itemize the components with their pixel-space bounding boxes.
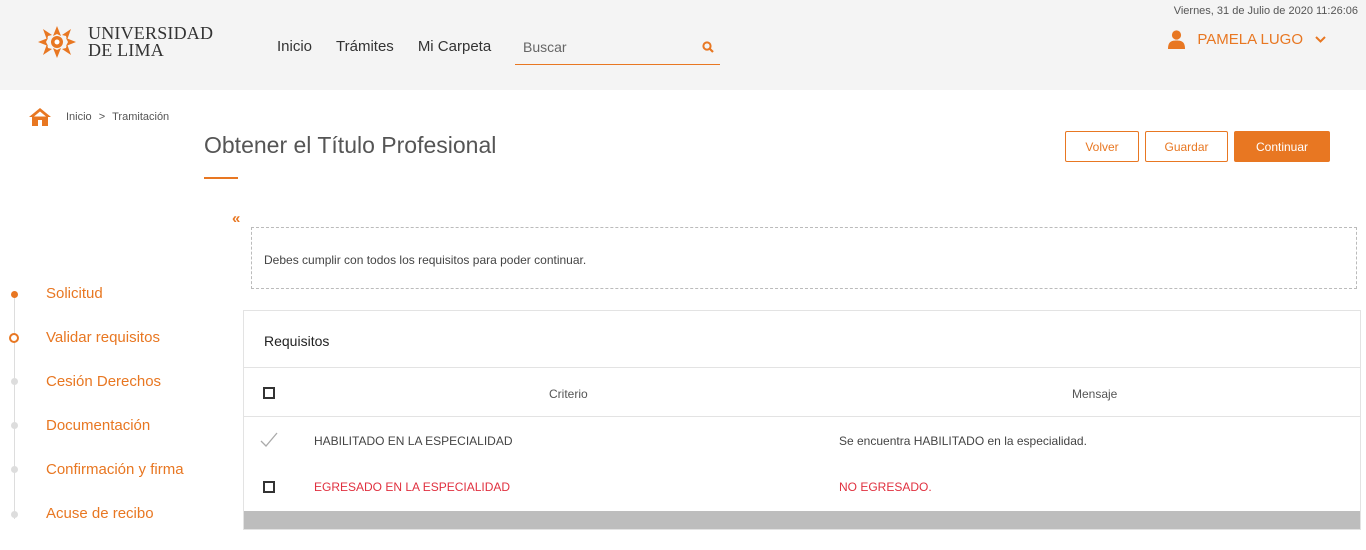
row-checkbox[interactable] xyxy=(263,481,275,493)
panel-title: Requisitos xyxy=(264,333,330,349)
check-icon xyxy=(260,432,278,447)
step-documentacion[interactable]: Documentación xyxy=(46,417,150,434)
top-header: UNIVERSIDAD DE LIMA Inicio Trámites Mi C… xyxy=(0,0,1366,90)
step-solicitud[interactable]: Solicitud xyxy=(46,285,103,302)
user-icon xyxy=(1168,30,1186,49)
main-nav: Inicio Trámites Mi Carpeta xyxy=(277,38,515,55)
mensaje-cell: NO EGRESADO. xyxy=(839,480,932,494)
logo-text: UNIVERSIDAD DE LIMA xyxy=(88,24,213,60)
logo-line-2: DE LIMA xyxy=(88,40,164,60)
table-row: HABILITADO EN LA ESPECIALIDAD Se encuent… xyxy=(244,418,1360,464)
chevron-down-icon xyxy=(1315,36,1326,43)
step-dot-pending xyxy=(11,511,18,518)
column-criterio: Criterio xyxy=(549,387,588,401)
requisitos-panel: Requisitos Criterio Mensaje HABILITADO E… xyxy=(243,310,1361,530)
home-icon[interactable] xyxy=(28,107,52,127)
step-dot-current xyxy=(9,333,19,343)
criterio-cell: HABILITADO EN LA ESPECIALIDAD xyxy=(314,434,513,448)
table-header: Criterio Mensaje xyxy=(244,367,1360,417)
guardar-button[interactable]: Guardar xyxy=(1145,131,1228,162)
breadcrumb-item-inicio[interactable]: Inicio xyxy=(66,111,92,123)
university-logo[interactable]: UNIVERSIDAD DE LIMA xyxy=(36,24,213,60)
steps-line xyxy=(14,294,15,519)
page-title: Obtener el Título Profesional xyxy=(204,132,497,158)
title-underline xyxy=(204,177,238,179)
nav-item-tramites[interactable]: Trámites xyxy=(336,38,394,55)
table-footer-bar xyxy=(244,511,1360,529)
nav-item-inicio[interactable]: Inicio xyxy=(277,38,312,55)
continuar-button[interactable]: Continuar xyxy=(1234,131,1330,162)
column-mensaje: Mensaje xyxy=(1072,387,1118,401)
step-acuse-recibo[interactable]: Acuse de recibo xyxy=(46,505,154,522)
step-dot-done xyxy=(11,291,18,298)
step-dot-pending xyxy=(11,466,18,473)
breadcrumb-separator: > xyxy=(98,111,106,123)
step-validar-requisitos[interactable]: Validar requisitos xyxy=(46,329,160,346)
user-name: PAMELA LUGO xyxy=(1197,31,1303,48)
requirements-notice: Debes cumplir con todos los requisitos p… xyxy=(251,227,1357,289)
collapse-sidebar-button[interactable]: « xyxy=(232,210,240,227)
logo-star-icon xyxy=(38,26,76,58)
search-icon[interactable] xyxy=(702,41,714,53)
criterio-cell: EGRESADO EN LA ESPECIALIDAD xyxy=(314,480,511,494)
search-box xyxy=(515,33,720,65)
step-dot-pending xyxy=(11,422,18,429)
nav-item-mi-carpeta[interactable]: Mi Carpeta xyxy=(418,38,491,55)
select-all-checkbox[interactable] xyxy=(263,387,275,399)
search-input[interactable] xyxy=(515,33,685,61)
date-time: Viernes, 31 de Julio de 2020 11:26:06 xyxy=(1173,5,1358,17)
breadcrumb: Inicio > Tramitación xyxy=(28,107,169,127)
breadcrumb-item-tramitacion: Tramitación xyxy=(112,111,170,123)
user-menu[interactable]: PAMELA LUGO xyxy=(1168,30,1326,49)
volver-button[interactable]: Volver xyxy=(1065,131,1139,162)
step-dot-pending xyxy=(11,378,18,385)
step-cesion-derechos[interactable]: Cesión Derechos xyxy=(46,373,161,390)
table-row: EGRESADO EN LA ESPECIALIDAD NO EGRESADO. xyxy=(244,464,1360,510)
step-confirmacion-firma[interactable]: Confirmación y firma xyxy=(46,461,184,478)
mensaje-cell: Se encuentra HABILITADO en la especialid… xyxy=(839,434,1087,448)
